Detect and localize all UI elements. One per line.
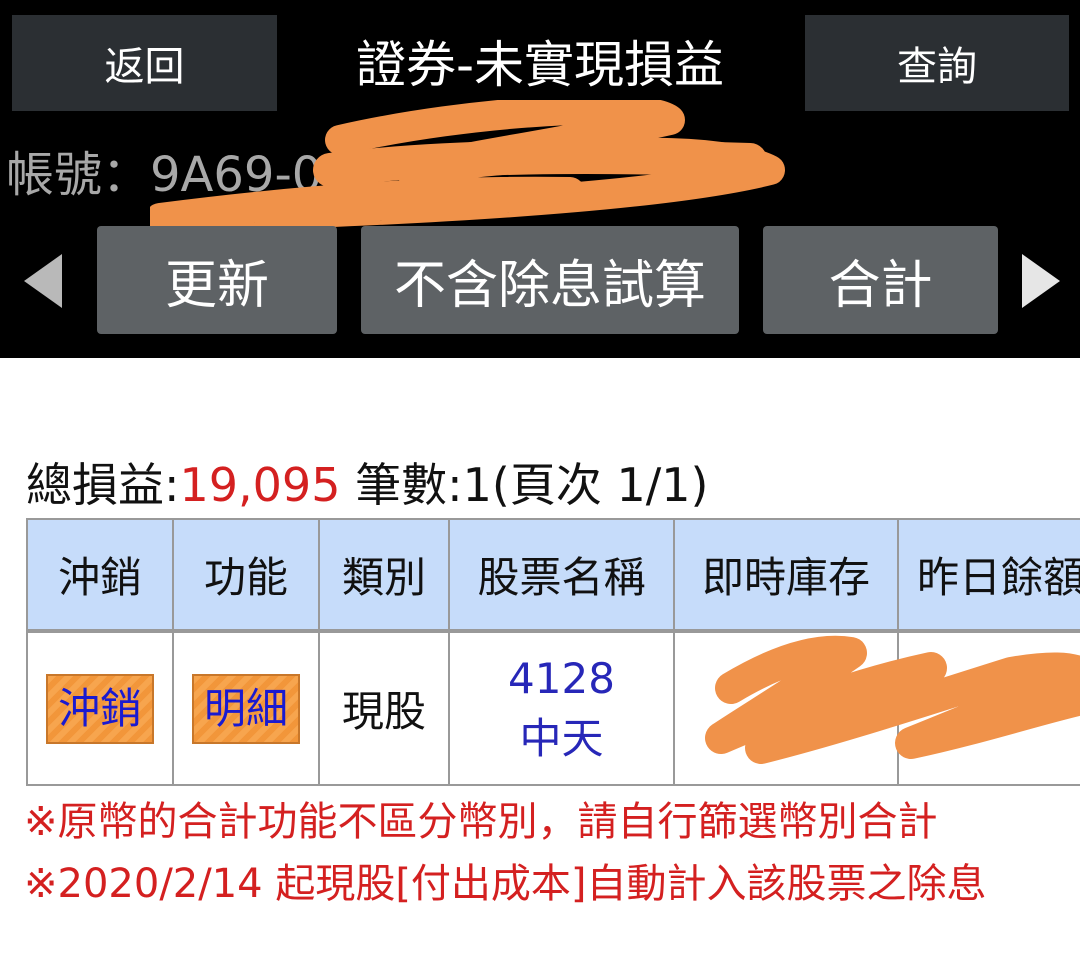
summary-line: 總損益:19,095 筆數:1(頁次 1/1) [26, 452, 708, 518]
table-row-function-cell: 明細 [172, 631, 320, 786]
refresh-button[interactable]: 更新 [97, 226, 337, 334]
offset-button[interactable]: 沖銷 [45, 673, 154, 744]
stock-name[interactable]: 中天 [508, 709, 615, 769]
note-line-2: ※2020/2/14 起現股[付出成本]自動計入該股票之除息 [24, 861, 987, 907]
detail-button[interactable]: 明細 [191, 673, 300, 744]
top-bar: 返回 證券-未實現損益 查詢 帳號：9A69-0 更新 不含除息試算 合計 [0, 0, 1080, 358]
stock-code[interactable]: 4128 [508, 649, 615, 709]
count-label: 筆數: [355, 458, 463, 512]
account-label: 帳號： [6, 147, 151, 203]
page-indicator: (頁次 1/1) [491, 458, 709, 512]
column-header-yesterday-balance: 昨日餘額 [897, 518, 1080, 631]
redaction-scribble-account [150, 100, 785, 233]
column-header-offset: 沖銷 [26, 518, 174, 631]
note-line-1: ※原幣的合計功能不區分幣別，請自行篩選幣別合計 [24, 799, 938, 845]
scroll-left-arrow-icon[interactable] [22, 252, 66, 310]
table-row-stock-cell[interactable]: 4128 中天 [448, 631, 675, 786]
table-row-offset-cell: 沖銷 [26, 631, 174, 786]
total-pl-value: 19,095 [179, 458, 341, 512]
column-header-stock-name: 股票名稱 [448, 518, 675, 631]
redaction-scribble-table [705, 635, 1080, 764]
column-header-function: 功能 [172, 518, 320, 631]
page-title: 證券-未實現損益 [355, 36, 725, 94]
back-button[interactable]: 返回 [12, 15, 277, 111]
query-button[interactable]: 查詢 [805, 15, 1069, 111]
no-dividend-calc-button[interactable]: 不含除息試算 [361, 226, 739, 334]
total-button[interactable]: 合計 [763, 226, 998, 334]
column-header-category: 類別 [318, 518, 450, 631]
table-row-category: 現股 [318, 631, 450, 786]
positions-table: 沖銷 功能 類別 股票名稱 即時庫存 昨日餘額 沖銷 明細 現股 4128 中天 [26, 518, 1080, 786]
total-pl-label: 總損益: [26, 458, 180, 512]
column-header-realtime-inventory: 即時庫存 [673, 518, 899, 631]
count-value: 1 [462, 458, 492, 512]
scroll-right-arrow-icon[interactable] [1018, 252, 1062, 310]
